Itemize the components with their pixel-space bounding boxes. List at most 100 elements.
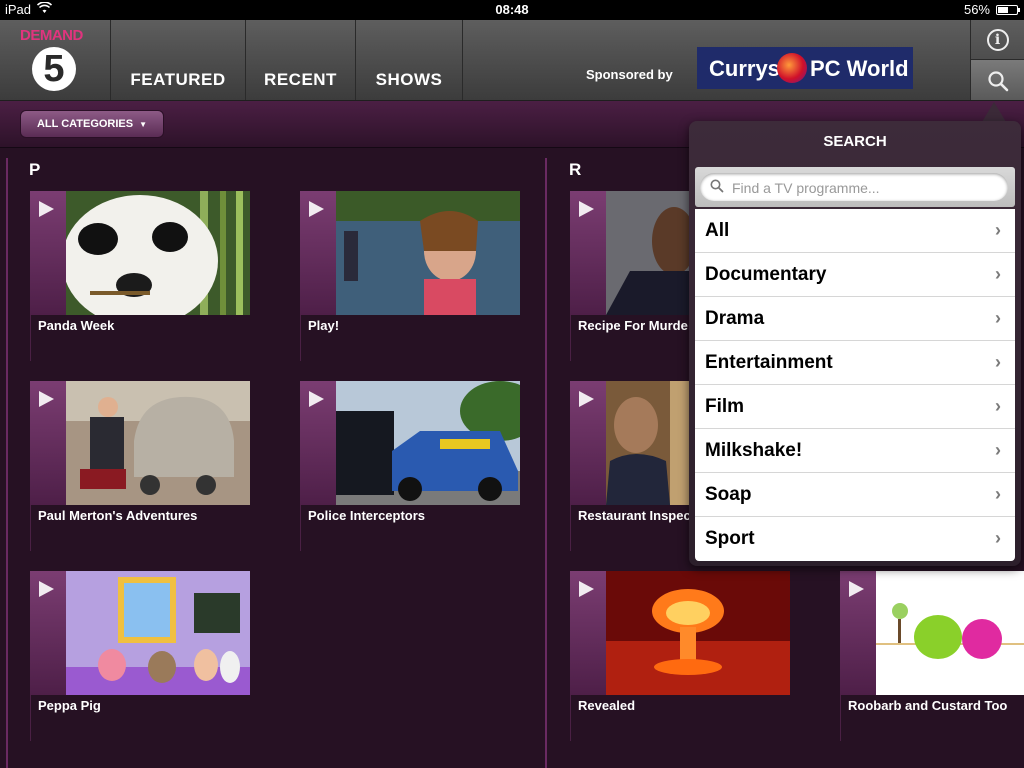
search-field-container bbox=[695, 167, 1015, 207]
play-strip bbox=[30, 191, 66, 315]
play-icon bbox=[309, 201, 324, 217]
section-divider bbox=[545, 158, 547, 768]
tile-divider bbox=[30, 505, 31, 551]
all-categories-label: ALL CATEGORIES bbox=[36, 118, 134, 130]
sponsor-name-pcworld: PC World bbox=[810, 56, 909, 81]
category-label: Milkshake! bbox=[705, 440, 803, 461]
tile-divider bbox=[570, 505, 571, 551]
show-tile-paul-merton[interactable]: Paul Merton's Adventures bbox=[30, 381, 250, 551]
info-icon: i bbox=[986, 29, 1009, 51]
play-strip bbox=[300, 381, 336, 505]
category-label: All bbox=[705, 220, 730, 241]
chevron-right-icon: › bbox=[995, 440, 1001, 460]
status-time: 08:48 bbox=[495, 2, 529, 17]
tile-divider bbox=[30, 695, 31, 741]
tile-divider bbox=[300, 505, 301, 551]
play-icon bbox=[39, 581, 54, 597]
search-category-soap[interactable]: Soap › bbox=[695, 473, 1015, 517]
play-strip bbox=[30, 381, 66, 505]
show-tile-panda-week[interactable]: Panda Week bbox=[30, 191, 250, 361]
search-category-all[interactable]: All › bbox=[695, 209, 1015, 253]
show-title: Peppa Pig bbox=[38, 698, 101, 713]
play-icon bbox=[849, 581, 864, 597]
tile-divider bbox=[840, 695, 841, 741]
logo-demand-text: DEMAND bbox=[20, 27, 83, 44]
search-icon bbox=[987, 71, 1008, 92]
show-title: Panda Week bbox=[38, 318, 115, 333]
sponsored-by-label: Sponsored by bbox=[586, 67, 673, 82]
show-title: Revealed bbox=[578, 698, 636, 713]
chevron-right-icon: › bbox=[995, 484, 1001, 504]
play-strip bbox=[30, 571, 66, 695]
show-tile-play[interactable]: Play! bbox=[300, 191, 520, 361]
search-category-film[interactable]: Film › bbox=[695, 385, 1015, 429]
chevron-right-icon: › bbox=[995, 352, 1001, 372]
play-icon bbox=[579, 201, 594, 217]
category-label: Film bbox=[705, 396, 745, 417]
show-title: Roobarb and Custard Too bbox=[848, 698, 1008, 713]
status-bar: iPad 08:48 56% bbox=[0, 0, 1024, 20]
search-category-sport[interactable]: Sport › bbox=[695, 517, 1015, 560]
search-popover: SEARCH All › Documentary › Drama › Entertai… bbox=[689, 121, 1021, 566]
category-label: Sport bbox=[705, 528, 755, 549]
category-label: Drama bbox=[705, 308, 765, 329]
chevron-right-icon: › bbox=[995, 528, 1001, 548]
play-strip bbox=[570, 381, 606, 505]
play-strip bbox=[570, 191, 606, 315]
show-title: Police Interceptors bbox=[308, 508, 426, 523]
show-tile-police-interceptors[interactable]: Police Interceptors bbox=[300, 381, 520, 551]
search-popover-title: SEARCH bbox=[823, 133, 887, 150]
sponsor-name-currys: Currys bbox=[709, 56, 780, 81]
search-category-documentary[interactable]: Documentary › bbox=[695, 253, 1015, 297]
play-icon bbox=[39, 201, 54, 217]
logo-five: 5 bbox=[32, 47, 76, 91]
tile-divider bbox=[300, 315, 301, 361]
all-categories-dropdown[interactable]: ALL CATEGORIES ▼ bbox=[20, 110, 164, 138]
search-category-drama[interactable]: Drama › bbox=[695, 297, 1015, 341]
tile-divider bbox=[30, 315, 31, 361]
info-button[interactable]: i bbox=[970, 20, 1024, 60]
tile-divider bbox=[570, 315, 571, 361]
tab-featured[interactable]: FEATURED bbox=[111, 20, 246, 100]
play-icon bbox=[579, 581, 594, 597]
tab-shows[interactable]: SHOWS bbox=[356, 20, 463, 100]
top-navigation: DEMAND 5 FEATURED RECENT SHOWS Sponsored… bbox=[0, 20, 1024, 101]
search-category-entertainment[interactable]: Entertainment › bbox=[695, 341, 1015, 385]
search-category-list: All › Documentary › Drama › Entertainment › … bbox=[695, 209, 1015, 561]
battery-icon bbox=[996, 5, 1020, 15]
search-category-milkshake[interactable]: Milkshake! › bbox=[695, 429, 1015, 473]
show-title: Paul Merton's Adventures bbox=[38, 508, 198, 523]
section-letter-p: P bbox=[29, 160, 41, 179]
search-button[interactable] bbox=[970, 60, 1024, 100]
search-input-wrapper[interactable] bbox=[700, 173, 1008, 201]
chevron-right-icon: › bbox=[995, 308, 1001, 328]
play-strip bbox=[570, 571, 606, 695]
play-icon bbox=[579, 391, 594, 407]
popover-arrow bbox=[982, 102, 1006, 122]
sponsor-globe-icon bbox=[777, 53, 807, 83]
show-tile-roobarb[interactable]: Roobarb and Custard Too bbox=[840, 571, 1024, 741]
demand-5-logo[interactable]: DEMAND 5 bbox=[0, 20, 111, 100]
show-tile-peppa-pig[interactable]: Peppa Pig bbox=[30, 571, 250, 741]
play-icon bbox=[39, 391, 54, 407]
chevron-right-icon: › bbox=[995, 396, 1001, 416]
section-divider bbox=[6, 158, 8, 768]
section-letter-r: R bbox=[569, 160, 582, 179]
tile-divider bbox=[570, 695, 571, 741]
tab-recent[interactable]: RECENT bbox=[246, 20, 356, 100]
play-strip bbox=[300, 191, 336, 315]
search-input[interactable] bbox=[730, 177, 1004, 199]
battery-percent: 56% bbox=[963, 2, 990, 17]
show-title: Play! bbox=[308, 318, 340, 333]
play-icon bbox=[309, 391, 324, 407]
category-label: Entertainment bbox=[705, 352, 833, 373]
category-label: Soap bbox=[705, 484, 752, 505]
show-tile-revealed[interactable]: Revealed bbox=[570, 571, 790, 741]
chevron-right-icon: › bbox=[995, 264, 1001, 284]
chevron-right-icon: › bbox=[995, 220, 1001, 240]
category-label: Documentary bbox=[705, 264, 827, 285]
sponsor-logo[interactable]: Currys PC World bbox=[697, 47, 913, 89]
chevron-down-icon: ▼ bbox=[139, 120, 148, 129]
search-icon bbox=[710, 179, 724, 193]
play-strip bbox=[840, 571, 876, 695]
